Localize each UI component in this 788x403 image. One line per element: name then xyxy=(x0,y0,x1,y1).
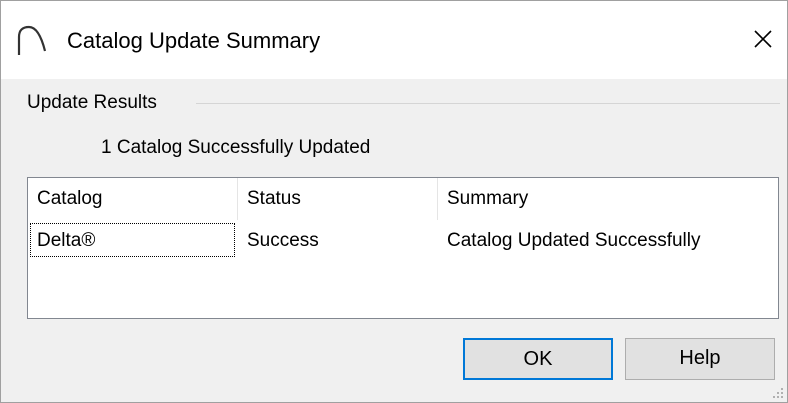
window-title: Catalog Update Summary xyxy=(67,28,321,53)
column-header-catalog[interactable]: Catalog xyxy=(28,178,238,220)
app-arc-icon xyxy=(17,25,47,55)
update-results-group-label: Update Results xyxy=(27,91,167,115)
title-bar: Catalog Update Summary xyxy=(1,1,787,79)
catalog-update-summary-dialog: Catalog Update Summary Update Results 1 … xyxy=(0,0,788,403)
table-row[interactable]: Delta® Success Catalog Updated Successfu… xyxy=(28,220,778,262)
row-focus-rectangle xyxy=(30,223,235,257)
group-divider xyxy=(196,103,780,104)
column-header-summary[interactable]: Summary xyxy=(438,178,778,220)
close-icon xyxy=(754,30,772,48)
cell-summary[interactable]: Catalog Updated Successfully xyxy=(438,220,778,262)
result-summary-text: 1 Catalog Successfully Updated xyxy=(101,137,371,158)
ok-button[interactable]: OK xyxy=(463,338,613,380)
catalog-results-table[interactable]: Catalog Status Summary Delta® Success Ca… xyxy=(27,177,779,319)
close-button[interactable] xyxy=(739,15,787,63)
cell-catalog[interactable]: Delta® xyxy=(28,220,238,262)
column-header-status[interactable]: Status xyxy=(238,178,438,220)
resize-grip-icon[interactable] xyxy=(772,387,784,399)
cell-status[interactable]: Success xyxy=(238,220,438,262)
help-button[interactable]: Help xyxy=(625,338,775,380)
